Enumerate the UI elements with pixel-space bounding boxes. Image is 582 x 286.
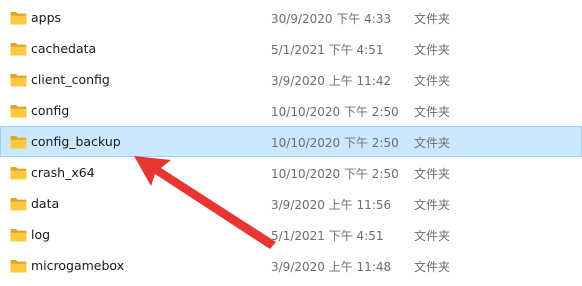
list-item-selected[interactable]: config_backup 10/10/2020 下午 2:50 文件夹: [0, 126, 582, 157]
file-date-modified: 3/9/2020 上午 11:56: [271, 198, 392, 212]
folder-icon: [10, 73, 27, 87]
file-name: data: [31, 196, 60, 211]
folder-icon: [10, 166, 27, 180]
folder-icon: [10, 259, 27, 273]
list-item[interactable]: log 5/1/2021 下午 4:51 文件夹: [0, 219, 582, 250]
folder-icon: [10, 197, 27, 211]
file-name: microgamebox: [31, 258, 125, 273]
list-item[interactable]: cachedata 5/1/2021 下午 4:51 文件夹: [0, 33, 582, 64]
folder-icon: [10, 228, 27, 242]
folder-icon: [10, 104, 27, 118]
file-name: config: [31, 103, 70, 118]
file-date-modified: 5/1/2021 下午 4:51: [271, 43, 384, 57]
file-type: 文件夹: [414, 43, 451, 57]
file-type: 文件夹: [414, 12, 451, 26]
file-name: log: [31, 227, 51, 242]
file-name: cachedata: [31, 41, 97, 56]
list-item[interactable]: config 10/10/2020 下午 2:50 文件夹: [0, 95, 582, 126]
list-item[interactable]: microgamebox 3/9/2020 上午 11:48 文件夹: [0, 250, 582, 281]
file-name: apps: [31, 10, 62, 25]
file-type: 文件夹: [414, 229, 451, 243]
file-type: 文件夹: [414, 260, 451, 274]
list-item[interactable]: data 3/9/2020 上午 11:56 文件夹: [0, 188, 582, 219]
file-date-modified: 3/9/2020 上午 11:42: [271, 74, 392, 88]
folder-icon: [10, 42, 27, 56]
list-item[interactable]: crash_x64 10/10/2020 下午 2:50 文件夹: [0, 157, 582, 188]
list-item[interactable]: client_config 3/9/2020 上午 11:42 文件夹: [0, 64, 582, 95]
folder-icon: [10, 11, 27, 25]
list-item[interactable]: apps 30/9/2020 下午 4:33 文件夹: [0, 2, 582, 33]
file-date-modified: 30/9/2020 下午 4:33: [271, 12, 392, 26]
file-date-modified: 10/10/2020 下午 2:50: [271, 105, 399, 119]
file-name: crash_x64: [31, 165, 95, 180]
file-date-modified: 10/10/2020 下午 2:50: [271, 136, 399, 150]
file-type: 文件夹: [414, 74, 451, 88]
file-list: apps 30/9/2020 下午 4:33 文件夹 cachedata 5/1…: [0, 2, 582, 281]
file-date-modified: 5/1/2021 下午 4:51: [271, 229, 384, 243]
file-type: 文件夹: [414, 105, 451, 119]
file-name: config_backup: [31, 134, 121, 149]
file-date-modified: 3/9/2020 上午 11:48: [271, 260, 392, 274]
folder-icon: [10, 135, 27, 149]
file-type: 文件夹: [414, 167, 451, 181]
file-name: client_config: [31, 72, 110, 87]
file-date-modified: 10/10/2020 下午 2:50: [271, 167, 399, 181]
file-type: 文件夹: [414, 198, 451, 212]
file-type: 文件夹: [414, 136, 451, 150]
